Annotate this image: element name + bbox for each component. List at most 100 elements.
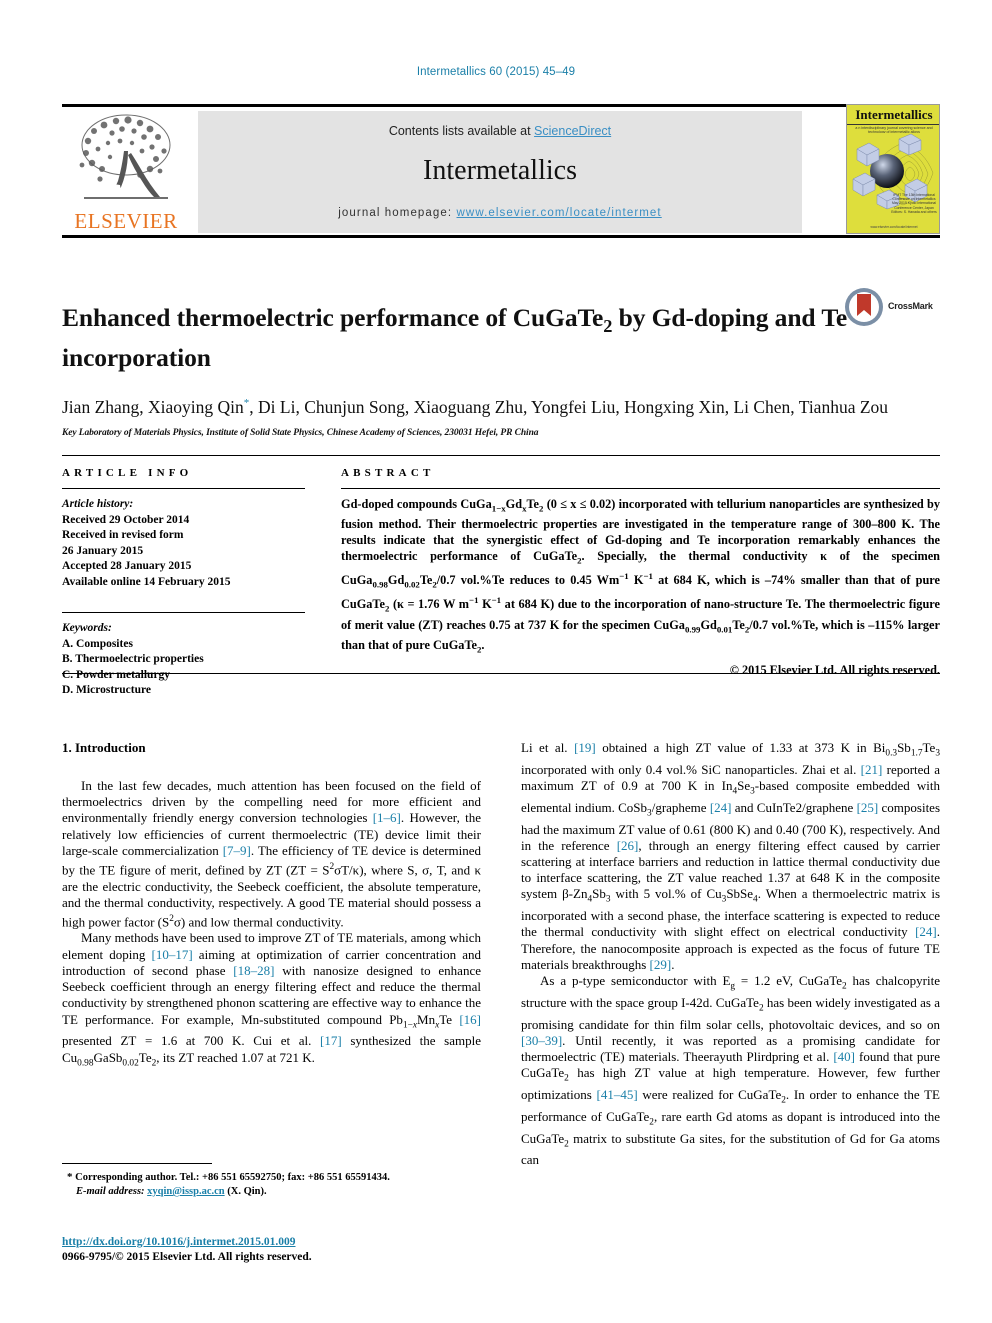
corresponding-author-footnote: * Corresponding author. Tel.: +86 551 65…	[62, 1163, 481, 1199]
citation-18-28[interactable]: [18–28]	[233, 963, 274, 978]
footnote-email-label: E-mail address:	[76, 1186, 145, 1197]
keyword-item-c: C. Powder metallurgy	[62, 668, 171, 681]
author-list: Jian Zhang, Xiaoying Qin*, Di Li, Chunju…	[62, 391, 892, 419]
journal-homepage-line: journal homepage: www.elsevier.com/locat…	[198, 207, 802, 219]
crossmark-icon	[844, 287, 884, 327]
title-subscript-1: 2	[603, 316, 613, 337]
footnote-rule	[62, 1163, 212, 1164]
crossmark-badge-group[interactable]: CrossMark	[844, 287, 940, 327]
keyword-item-b: B. Thermoelectric properties	[62, 653, 204, 665]
footnote-email-line: E-mail address: xyqin@issp.ac.cn (X. Qin…	[62, 1185, 481, 1199]
abs-seg-1: Gd-doped compounds CuGa	[341, 497, 492, 511]
masthead-bottom-rule	[62, 235, 940, 238]
citation-26[interactable]: [26]	[617, 838, 639, 853]
citation-41-45[interactable]: [41–45]	[597, 1087, 638, 1102]
right-column: Li et al. [19] obtained a high ZT value …	[521, 740, 940, 1169]
abs-sub-001: 0.01	[716, 624, 733, 635]
abs-sub-099: 0.99	[684, 624, 701, 635]
abs-seg-8: /0.7 vol.%Te reduces to 0.45 Wm	[436, 573, 620, 588]
title-part-2: by Gd-doping and	[612, 303, 816, 333]
citation-40[interactable]: [40]	[833, 1049, 855, 1064]
abstract-copyright: © 2015 Elsevier Ltd. All rights reserved…	[729, 663, 940, 678]
abs-seg-7: Te	[419, 573, 433, 588]
right-paragraph-1: Li et al. [19] obtained a high ZT value …	[521, 740, 941, 972]
keyword-item-d: D. Microstructure	[62, 684, 151, 696]
footnote-corresponding-line: * Corresponding author. Tel.: +86 551 65…	[62, 1170, 481, 1185]
article-info-heading: ARTICLE INFO	[62, 467, 193, 479]
keywords-label: Keywords:	[62, 622, 112, 634]
article-history-block: Article history: Received 29 October 201…	[62, 497, 305, 590]
citation-21[interactable]: [21]	[861, 762, 883, 777]
abs-sup-m1d: −1	[491, 595, 502, 606]
article-info-column: ARTICLE INFO Article history: Received 2…	[62, 467, 305, 699]
left-paragraph-2: Many methods have been used to improve Z…	[62, 930, 482, 1069]
abs-sup-m1c: −1	[469, 595, 479, 606]
masthead-top-rule	[62, 104, 940, 107]
abs-seg-3: Te	[526, 497, 540, 511]
authors-part-1: Jian Zhang, Xiaoying Qin	[62, 397, 244, 418]
footnote-email-suffix: (X. Qin).	[227, 1186, 267, 1197]
citation-16[interactable]: [16]	[459, 1012, 481, 1027]
abs-seg-11: (κ = 1.76 W m	[389, 597, 470, 612]
abs-sub-002: 0.02	[404, 579, 420, 590]
citation-10-17[interactable]: [10–17]	[152, 947, 193, 962]
abs-seg-2: Gd	[505, 497, 523, 511]
info-abstract-bottom-rule	[62, 673, 940, 674]
keywords-block: Keywords: A. Composites B. Thermoelectri…	[62, 621, 305, 699]
email-link[interactable]: xyqin@issp.ac.cn	[147, 1186, 224, 1197]
journal-cover-thumbnail[interactable]: Intermetallics a n interdisciplinary jou…	[846, 104, 940, 234]
citation-29[interactable]: [29]	[650, 957, 672, 972]
history-revised: Received in revised form	[62, 529, 184, 541]
citation-1-6[interactable]: [1–6]	[373, 810, 401, 825]
abstract-column: ABSTRACT Gd-doped compounds CuGa1−xGdxTe…	[341, 467, 940, 679]
history-available-online: Available online 14 February 2015	[62, 575, 231, 588]
title-block: Enhanced thermoelectric performance of C…	[62, 285, 940, 438]
running-head: Intermetallics 60 (2015) 45–49	[416, 66, 576, 78]
elsevier-tree-icon	[64, 111, 188, 207]
page-title: Enhanced thermoelectric performance of C…	[62, 302, 852, 374]
footnote-corresponding-text: Corresponding author. Tel.: +86 551 6559…	[75, 1172, 390, 1183]
contents-prefix: Contents lists available at	[388, 124, 535, 138]
abs-seg-12: K	[478, 597, 492, 612]
article-info-rule	[62, 488, 305, 489]
abs-seg-9: K	[628, 573, 644, 588]
crossmark-label: CrossMark	[888, 301, 933, 311]
history-received: Received 29 October 2014	[62, 513, 190, 526]
history-accepted: Accepted 28 January 2015	[62, 560, 192, 572]
abstract-paragraph: Gd-doped compounds CuGa1−xGdxTe2 (0 ≤ x …	[341, 497, 940, 658]
citation-19[interactable]: [19]	[574, 740, 596, 755]
article-history-label: Article history:	[62, 498, 134, 510]
affiliation: Key Laboratory of Materials Physics, Ins…	[62, 428, 539, 439]
homepage-prefix: journal homepage:	[338, 207, 457, 219]
footnote-marker: *	[67, 1171, 73, 1183]
authors-part-2: , Di Li, Chunjun Song, Xiaoguang Zhu, Yo…	[249, 397, 889, 418]
journal-title: Intermetallics	[423, 155, 577, 186]
elsevier-wordmark: ELSEVIER	[74, 209, 178, 233]
abs-sub-098: 0.98	[372, 579, 388, 590]
citation-24[interactable]: [24]	[710, 800, 732, 815]
journal-masthead: ELSEVIER Contents lists available at Sci…	[62, 104, 940, 238]
doi-link[interactable]: http://dx.doi.org/10.1016/j.intermet.201…	[62, 1236, 296, 1248]
abs-seg-6: Gd	[387, 573, 405, 588]
right-paragraph-2: As a p-type semiconductor with Eg = 1.2 …	[521, 973, 941, 1168]
citation-17[interactable]: [17]	[320, 1033, 342, 1048]
journal-band: Contents lists available at ScienceDirec…	[198, 111, 802, 233]
title-part-1: Enhanced thermoelectric performance of C…	[62, 303, 604, 333]
cover-publisher-info: IPMT The 13th International Conference o…	[891, 193, 937, 214]
abs-sub-1x: 1−x	[491, 503, 506, 514]
left-paragraph-1: In the last few decades, much attention …	[62, 778, 481, 930]
citation-24b[interactable]: [24]	[915, 924, 937, 939]
abs-seg-15: Te	[732, 617, 745, 632]
abstract-text: Gd-doped compounds CuGa1−xGdxTe2 (0 ≤ x …	[341, 497, 940, 679]
citation-30-39[interactable]: [30–39]	[521, 1033, 562, 1048]
contents-available-line: Contents lists available at ScienceDirec…	[198, 124, 802, 138]
abstract-heading: ABSTRACT	[341, 467, 435, 479]
abstract-rule	[341, 488, 940, 489]
journal-homepage-link[interactable]: www.elsevier.com/locate/intermet	[457, 207, 662, 219]
citation-7-9[interactable]: [7–9]	[223, 843, 251, 858]
paper-page: Intermetallics 60 (2015) 45–49 ELSEVIER …	[0, 0, 992, 1323]
keywords-rule	[62, 612, 305, 613]
abs-sup-m1a: −1	[619, 571, 629, 582]
sciencedirect-link[interactable]: ScienceDirect	[534, 124, 611, 138]
citation-25[interactable]: [25]	[857, 800, 879, 815]
